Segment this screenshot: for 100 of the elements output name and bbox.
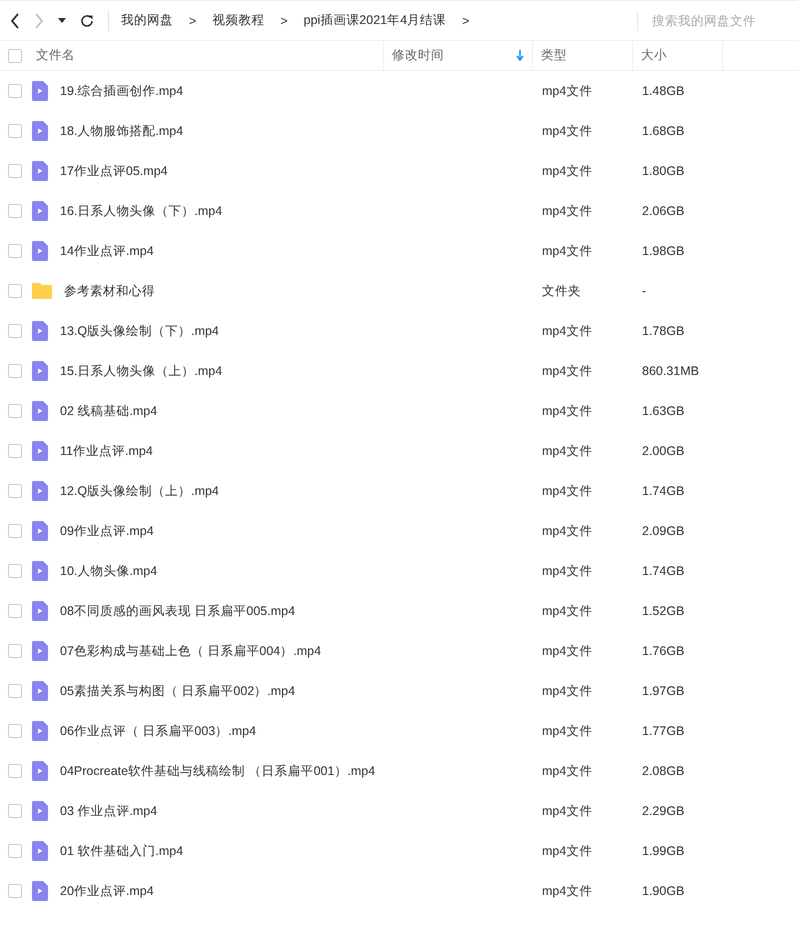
row-checkbox[interactable] xyxy=(8,244,22,258)
file-type: mp4文件 xyxy=(542,524,592,538)
file-name[interactable]: 03 作业点评.mp4 xyxy=(60,802,158,820)
video-file-icon xyxy=(32,601,48,621)
video-file-icon xyxy=(32,121,48,141)
file-name[interactable]: 14作业点评.mp4 xyxy=(60,242,154,260)
file-size: 1.76GB xyxy=(642,644,684,658)
row-checkbox[interactable] xyxy=(8,364,22,378)
file-type: mp4文件 xyxy=(542,804,592,818)
file-size: 2.08GB xyxy=(642,764,684,778)
row-checkbox[interactable] xyxy=(8,724,22,738)
breadcrumb-link[interactable]: 我的网盘 xyxy=(121,12,173,29)
file-size: 1.74GB xyxy=(642,484,684,498)
column-header[interactable]: 文件名 xyxy=(28,41,384,70)
row-checkbox[interactable] xyxy=(8,644,22,658)
column-header[interactable]: 大小 xyxy=(633,41,723,70)
file-type: mp4文件 xyxy=(542,244,592,258)
file-name[interactable]: 08不同质感的画风表现 日系扁平005.mp4 xyxy=(60,602,296,620)
file-name[interactable]: 15.日系人物头像（上）.mp4 xyxy=(60,362,222,380)
row-checkbox[interactable] xyxy=(8,804,22,818)
row-checkbox[interactable] xyxy=(8,484,22,498)
forward-icon[interactable] xyxy=(34,12,44,28)
video-file-icon xyxy=(32,641,48,661)
file-type: mp4文件 xyxy=(542,84,592,98)
file-name[interactable]: 13.Q版头像绘制（下）.mp4 xyxy=(60,322,219,340)
row-checkbox[interactable] xyxy=(8,124,22,138)
video-file-icon xyxy=(32,841,48,861)
file-type: mp4文件 xyxy=(542,564,592,578)
file-size: 2.06GB xyxy=(642,204,684,218)
select-all-checkbox[interactable] xyxy=(8,48,22,62)
row-checkbox[interactable] xyxy=(8,84,22,98)
breadcrumb-separator: > xyxy=(189,14,196,28)
video-file-icon xyxy=(32,721,48,741)
file-name[interactable]: 参考素材和心得 xyxy=(64,282,155,300)
file-size: 860.31MB xyxy=(642,364,699,378)
file-name[interactable]: 01 软件基础入门.mp4 xyxy=(60,842,184,860)
file-type: mp4文件 xyxy=(542,724,592,738)
file-name[interactable]: 18.人物服饰搭配.mp4 xyxy=(60,122,184,140)
row-checkbox[interactable] xyxy=(8,564,22,578)
row-checkbox[interactable] xyxy=(8,604,22,618)
row-checkbox[interactable] xyxy=(8,764,22,778)
file-size: - xyxy=(642,284,646,298)
file-size: 1.74GB xyxy=(642,564,684,578)
row-checkbox[interactable] xyxy=(8,444,22,458)
file-name[interactable]: 20作业点评.mp4 xyxy=(60,882,154,900)
file-size: 1.98GB xyxy=(642,244,684,258)
file-name[interactable]: 05素描关系与构图（ 日系扁平002）.mp4 xyxy=(60,682,296,700)
video-file-icon xyxy=(32,881,48,901)
dropdown-icon[interactable] xyxy=(58,18,66,24)
row-checkbox[interactable] xyxy=(8,164,22,178)
video-file-icon xyxy=(32,321,48,341)
video-file-icon xyxy=(32,481,48,501)
back-icon[interactable] xyxy=(10,12,20,28)
file-name[interactable]: 10.人物头像.mp4 xyxy=(60,562,158,580)
column-header[interactable]: 类型 xyxy=(533,41,633,70)
breadcrumb-separator: > xyxy=(280,14,288,28)
video-file-icon xyxy=(32,801,48,821)
breadcrumb-separator: > xyxy=(462,14,470,28)
video-file-icon xyxy=(32,761,48,781)
file-name[interactable]: 16.日系人物头像（下）.mp4 xyxy=(60,202,222,220)
column-header[interactable]: 修改时间 xyxy=(384,41,533,70)
breadcrumb-link[interactable]: ppi插画课2021年4月结课 xyxy=(304,12,446,29)
file-name[interactable]: 04Procreate软件基础与线稿绘制 （日系扁平001）.mp4 xyxy=(60,762,376,780)
file-type: mp4文件 xyxy=(542,684,592,698)
video-file-icon xyxy=(32,201,48,221)
row-checkbox[interactable] xyxy=(8,204,22,218)
row-checkbox[interactable] xyxy=(8,324,22,338)
row-checkbox[interactable] xyxy=(8,844,22,858)
file-name[interactable]: 02 线稿基础.mp4 xyxy=(60,402,158,420)
file-name[interactable]: 07色彩构成与基础上色（ 日系扁平004）.mp4 xyxy=(60,642,322,660)
video-file-icon xyxy=(32,81,48,101)
file-name[interactable]: 06作业点评（ 日系扁平003）.mp4 xyxy=(60,722,256,740)
file-type: mp4文件 xyxy=(542,204,592,218)
row-checkbox[interactable] xyxy=(8,684,22,698)
file-type: mp4文件 xyxy=(542,484,592,498)
video-file-icon xyxy=(32,681,48,701)
file-name[interactable]: 17作业点评05.mp4 xyxy=(60,162,168,180)
file-name[interactable]: 19.综合插画创作.mp4 xyxy=(60,82,184,100)
file-size: 2.09GB xyxy=(642,524,684,538)
file-name[interactable]: 12.Q版头像绘制（上）.mp4 xyxy=(60,482,219,500)
file-name[interactable]: 09作业点评.mp4 xyxy=(60,522,154,540)
file-size: 1.78GB xyxy=(642,324,684,338)
row-checkbox[interactable] xyxy=(8,404,22,418)
file-size: 1.97GB xyxy=(642,684,684,698)
row-checkbox[interactable] xyxy=(8,524,22,538)
file-type: mp4文件 xyxy=(542,124,592,138)
file-name[interactable]: 11作业点评.mp4 xyxy=(60,442,153,460)
file-type: mp4文件 xyxy=(542,884,592,898)
file-type: mp4文件 xyxy=(542,364,592,378)
file-type: mp4文件 xyxy=(542,404,592,418)
file-size: 1.80GB xyxy=(642,164,684,178)
sort-down-icon xyxy=(516,50,524,61)
video-file-icon xyxy=(32,561,48,581)
refresh-icon[interactable] xyxy=(80,14,94,28)
file-size: 2.00GB xyxy=(642,444,684,458)
row-checkbox[interactable] xyxy=(8,884,22,898)
breadcrumb-link[interactable]: 视频教程 xyxy=(212,12,264,29)
file-size: 1.48GB xyxy=(642,84,684,98)
file-type: mp4文件 xyxy=(542,844,592,858)
row-checkbox[interactable] xyxy=(8,284,22,298)
